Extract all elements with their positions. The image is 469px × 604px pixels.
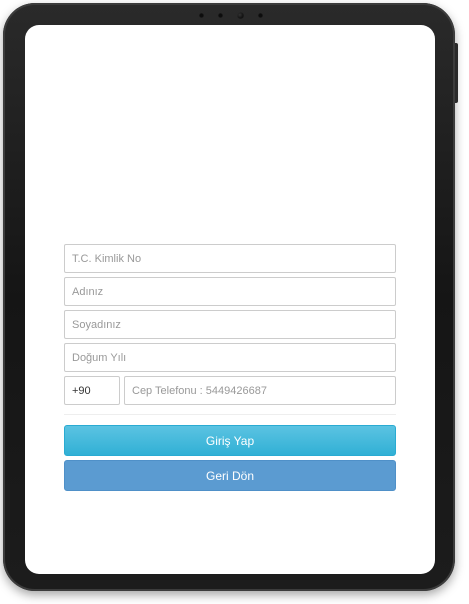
login-button[interactable]: Giriş Yap bbox=[64, 425, 396, 456]
page: Giriş Yap Geri Dön bbox=[0, 0, 469, 604]
divider bbox=[64, 414, 396, 415]
phone-row bbox=[64, 376, 396, 405]
login-form: Giriş Yap Geri Dön bbox=[64, 244, 396, 491]
sensor-dot bbox=[199, 12, 204, 18]
first-name-input[interactable] bbox=[64, 277, 396, 306]
back-button[interactable]: Geri Dön bbox=[64, 460, 396, 491]
tablet-screen: Giriş Yap Geri Dön bbox=[25, 25, 435, 574]
country-code-input[interactable] bbox=[64, 376, 120, 405]
tablet-frame: Giriş Yap Geri Dön bbox=[3, 3, 458, 591]
last-name-input[interactable] bbox=[64, 310, 396, 339]
sensor-dot bbox=[218, 12, 223, 18]
tc-kimlik-input[interactable] bbox=[64, 244, 396, 273]
birth-year-input[interactable] bbox=[64, 343, 396, 372]
sensor-dot bbox=[258, 12, 263, 18]
camera-lens-icon bbox=[237, 11, 244, 19]
camera-bar bbox=[199, 11, 263, 19]
mobile-phone-input[interactable] bbox=[124, 376, 396, 405]
